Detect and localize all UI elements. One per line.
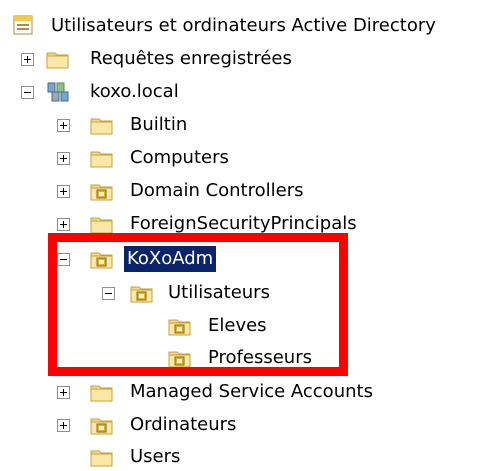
- expand-toggle[interactable]: [21, 53, 34, 66]
- ou-icon: [90, 418, 113, 435]
- tree-item-label: Ordinateurs: [130, 414, 237, 435]
- collapse-toggle[interactable]: [57, 253, 70, 266]
- ad-console-icon: [13, 15, 33, 35]
- expand-toggle[interactable]: [57, 119, 70, 132]
- folder-icon: [46, 52, 69, 69]
- tree-root-label: Utilisateurs et ordinateurs Active Direc…: [51, 15, 436, 36]
- folder-icon: [90, 151, 113, 168]
- expand-toggle[interactable]: [57, 218, 70, 231]
- ou-icon: [168, 351, 191, 368]
- tree-item-label: Requêtes enregistrées: [90, 48, 292, 69]
- folder-icon: [90, 385, 113, 402]
- folder-icon: [90, 118, 113, 135]
- tree-item-label: Managed Service Accounts: [130, 381, 373, 402]
- expand-toggle[interactable]: [57, 152, 70, 165]
- tree-item-label-selected: KoXoAdm: [124, 246, 217, 272]
- expand-toggle[interactable]: [57, 419, 70, 432]
- tree-item-label: koxo.local: [90, 81, 179, 102]
- collapse-toggle[interactable]: [21, 86, 34, 99]
- folder-icon: [90, 217, 113, 234]
- ou-icon: [168, 319, 191, 336]
- tree-item-label: Users: [130, 446, 181, 467]
- tree-item-label: Eleves: [208, 315, 267, 336]
- tree-item-label: ForeignSecurityPrincipals: [130, 213, 357, 234]
- tree-item-label: Builtin: [130, 114, 188, 135]
- tree-item-label: Professeurs: [208, 347, 312, 368]
- domain-icon: [47, 82, 69, 102]
- collapse-toggle[interactable]: [102, 287, 115, 300]
- ou-icon: [90, 252, 113, 269]
- tree-item-label: Computers: [130, 147, 229, 168]
- expand-toggle[interactable]: [57, 386, 70, 399]
- tree-item-label: Utilisateurs: [168, 282, 270, 303]
- tree-item-label: Domain Controllers: [130, 180, 304, 201]
- ou-icon: [90, 184, 113, 201]
- expand-toggle[interactable]: [57, 185, 70, 198]
- ou-icon: [130, 286, 153, 303]
